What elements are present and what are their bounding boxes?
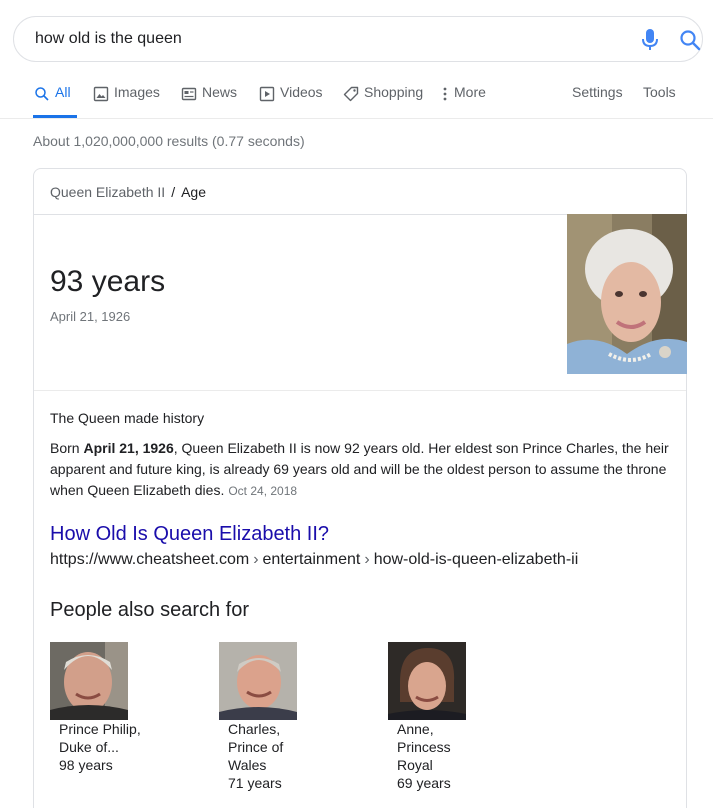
breadcrumb: Queen Elizabeth II / Age [50,184,206,200]
result-title-link[interactable]: How Old Is Queen Elizabeth II? [50,523,329,546]
person-age: 98 years [59,757,113,773]
tab-shopping[interactable]: Shopping [343,84,423,118]
snippet-bold: April 21, 1926 [83,440,174,456]
search-box[interactable]: how old is the queen [13,16,703,62]
person-name: Royal [397,757,433,773]
person-card-prince-philip[interactable]: Prince Philip, Duke of... 98 years [50,642,190,774]
people-also-search-heading: People also search for [50,599,250,621]
card-divider [34,390,686,391]
snippet-date: Oct 24, 2018 [228,484,298,498]
queen-portrait[interactable] [567,214,687,374]
person-name: Prince of [228,739,284,755]
tab-images[interactable]: Images [93,84,160,118]
tab-label: All [55,84,71,100]
url-separator: › [364,551,370,568]
tag-icon [343,86,359,102]
search-icon [35,87,49,101]
microphone-icon[interactable] [640,28,660,52]
breadcrumb-separator: / [171,184,176,200]
tabs-divider [0,118,713,119]
tab-label: Shopping [364,84,424,100]
person-thumbnail [50,642,128,720]
video-icon [259,86,275,102]
knowledge-card: Queen Elizabeth II / Age 93 years April 21… [33,168,687,808]
url-path: entertainment [262,551,361,568]
tab-label: Videos [280,84,323,100]
tab-all[interactable]: All [33,84,77,118]
answer-value: 93 years [50,265,166,298]
tools-link[interactable]: Tools [643,84,676,118]
settings-link[interactable]: Settings [572,84,623,118]
person-name: Charles, [228,721,281,737]
more-vert-icon [443,87,447,101]
person-name: Duke of... [59,739,119,755]
tab-videos[interactable]: Videos [259,84,323,118]
url-separator: › [253,551,259,568]
snippet-text: Born [50,440,84,456]
tab-more[interactable]: More [441,84,486,118]
answer-birthdate: April 21, 1926 [50,309,131,324]
snippet-heading: The Queen made history [50,410,205,426]
breadcrumb-attribute: Age [181,184,206,200]
breadcrumb-entity[interactable]: Queen Elizabeth II [50,184,165,200]
result-url[interactable]: https://www.cheatsheet.com › entertainment… [50,551,578,569]
person-thumbnail [388,642,466,720]
tab-label: News [202,84,238,100]
image-icon [93,86,109,102]
search-icon[interactable] [678,28,702,52]
featured-snippet: Born April 21, 1926, Queen Elizabeth II … [50,438,680,502]
settings-label: Settings [572,84,623,100]
search-tabs: All Images News Videos Shopping More Set… [0,84,713,118]
person-name: Princess [397,739,451,755]
person-name: Prince Philip, [59,721,141,737]
person-name: Wales [228,757,267,773]
person-thumbnail [219,642,297,720]
tab-news[interactable]: News [181,84,237,118]
search-input[interactable]: how old is the queen [35,30,182,48]
url-domain: https://www.cheatsheet.com [50,551,250,568]
tab-label: Images [114,84,160,100]
person-name: Anne, [397,721,434,737]
person-card-anne[interactable]: Anne, Princess Royal 69 years [388,642,528,792]
person-age: 69 years [397,775,451,791]
news-icon [181,87,197,101]
tab-label: More [454,84,486,100]
url-path: how-old-is-queen-elizabeth-ii [373,551,579,568]
person-age: 71 years [228,775,282,791]
person-card-charles[interactable]: Charles, Prince of Wales 71 years [219,642,359,792]
result-stats: About 1,020,000,000 results (0.77 second… [33,133,305,149]
tools-label: Tools [643,84,676,100]
